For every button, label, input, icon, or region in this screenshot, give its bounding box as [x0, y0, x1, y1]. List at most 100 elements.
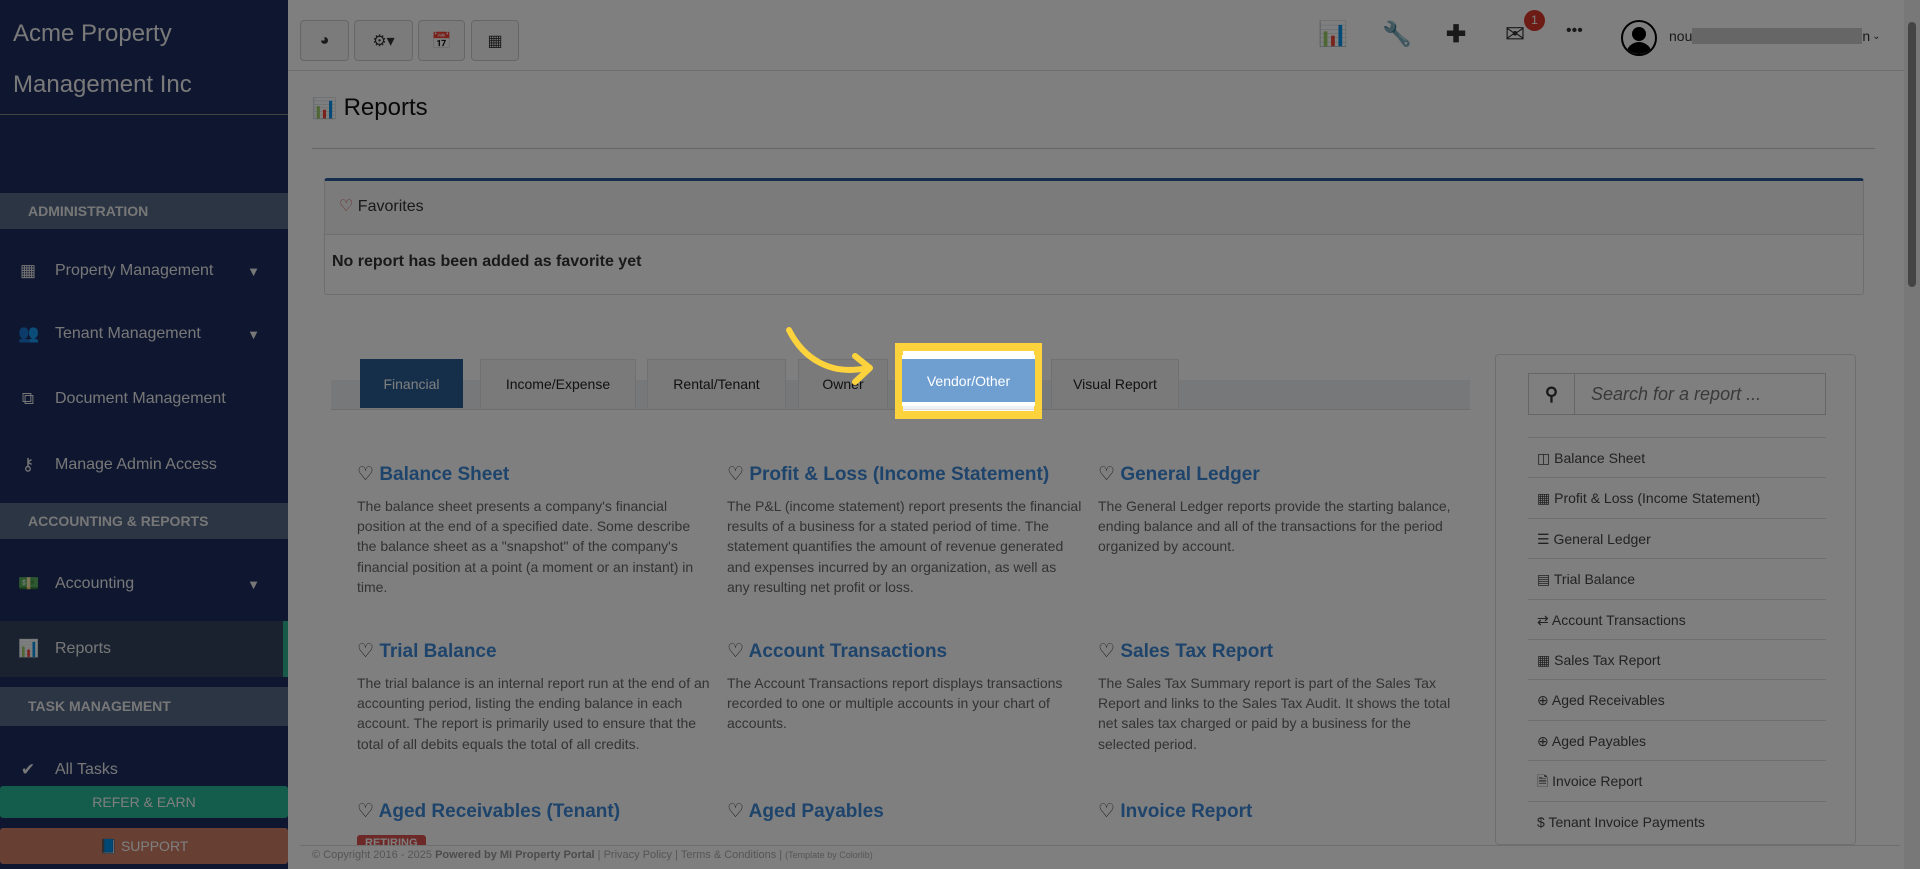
heart-icon[interactable]: ♡ [1098, 641, 1115, 662]
quick-link-account-transactions[interactable]: ⇄ Account Transactions [1528, 598, 1826, 639]
favorites-panel: ♡ Favorites No report has been added as … [324, 178, 1864, 295]
report-search-panel: ⚲ ◫ Balance Sheet ▦ Profit & Loss (Incom… [1495, 354, 1856, 845]
support-button[interactable]: 📘 SUPPORT [0, 828, 288, 864]
heart-icon[interactable]: ♡ [727, 641, 744, 662]
quick-link-sales-tax[interactable]: ▦ Sales Tax Report [1528, 638, 1826, 679]
heart-icon[interactable]: ♡ [1098, 464, 1115, 485]
search-input[interactable] [1575, 374, 1825, 414]
tab-income-expense[interactable]: Income/Expense [480, 359, 636, 408]
report-card-sales-tax[interactable]: ♡ Sales Tax Report The Sales Tax Summary … [1098, 640, 1453, 754]
footer-links[interactable]: | Privacy Policy | Terms & Conditions | [595, 849, 786, 861]
quick-link-general-ledger[interactable]: ☰ General Ledger [1528, 517, 1826, 558]
sidebar-item-manage-admin-access[interactable]: ⚷ Manage Admin Access [0, 440, 288, 490]
arrow-circle-icon: ⊕ [1537, 732, 1552, 749]
quick-link-label: Invoice Report [1552, 773, 1643, 790]
calendar-button[interactable]: 📅 [418, 20, 465, 61]
pointer-arrow-icon [786, 327, 873, 385]
report-card-balance-sheet[interactable]: ♡ Balance Sheet The balance sheet present… [357, 463, 712, 597]
report-description: The General Ledger reports provide the s… [1098, 498, 1451, 555]
quick-link-label: Sales Tax Report [1554, 651, 1661, 668]
report-card-profit-loss[interactable]: ♡ Profit & Loss (Income Statement) The P&… [727, 463, 1082, 597]
heart-icon[interactable]: ♡ [1098, 801, 1115, 822]
quick-link-aged-receivables[interactable]: ⊕ Aged Receivables [1528, 679, 1826, 719]
plus-icon[interactable]: ✚ [1446, 20, 1466, 49]
quick-link-label: Trial Balance [1553, 571, 1636, 588]
quick-link-tenant-invoice-payments[interactable]: $ Tenant Invoice Payments [1528, 800, 1826, 841]
sidebar-item-document-management[interactable]: ⧉ Document Management [0, 374, 288, 424]
mail-icon[interactable]: ✉ [1505, 20, 1525, 49]
powered-by-link[interactable]: Powered by MI Property Portal [435, 849, 595, 861]
retiring-badge: RETIRING [357, 835, 426, 845]
heart-icon[interactable]: ♡ [357, 464, 374, 485]
report-card-trial-balance[interactable]: ♡ Trial Balance The trial balance is an i… [357, 640, 712, 754]
tab-visual-report[interactable]: Visual Report [1051, 359, 1179, 408]
quick-link-profit-loss[interactable]: ▦ Profit & Loss (Income Statement) [1528, 477, 1826, 517]
scrollbar[interactable] [1904, 0, 1920, 869]
quick-link-balance-sheet[interactable]: ◫ Balance Sheet [1528, 437, 1826, 477]
user-menu[interactable]: nou n ⌄ [1669, 28, 1881, 44]
company-name[interactable]: Acme Property Management Inc [13, 8, 192, 110]
quick-link-label: General Ledger [1553, 530, 1651, 547]
report-title[interactable]: General Ledger [1120, 464, 1259, 485]
more-icon[interactable]: ••• [1566, 22, 1583, 40]
quick-link-label: Aged Payables [1551, 732, 1647, 749]
sidebar-item-reports[interactable]: 📊 Reports [0, 621, 288, 677]
wrench-icon[interactable]: 🔧 [1382, 20, 1412, 49]
report-title[interactable]: Aged Payables [749, 801, 884, 822]
quick-link-trial-balance[interactable]: ▤ Trial Balance [1528, 558, 1826, 598]
page-title-text: Reports [343, 94, 428, 121]
report-card-aged-receivables[interactable]: ♡ Aged Receivables (Tenant) RETIRING [357, 800, 712, 845]
quick-link-label: Account Transactions [1551, 611, 1686, 628]
redacted-email [1692, 28, 1863, 44]
sidebar-item-accounting[interactable]: 💵 Accounting ▼ [0, 559, 288, 609]
report-title[interactable]: Profit & Loss (Income Statement) [749, 464, 1049, 485]
report-card-invoice-report[interactable]: ♡ Invoice Report [1098, 800, 1453, 833]
report-card-aged-payables[interactable]: ♡ Aged Payables [727, 800, 1082, 833]
dashboard-button[interactable]: ◕ [300, 20, 349, 61]
users-icon: 👥 [18, 324, 40, 343]
search-icon[interactable]: ⚲ [1529, 374, 1575, 414]
favorites-title: Favorites [357, 198, 424, 215]
report-title[interactable]: Invoice Report [1120, 801, 1252, 822]
report-title[interactable]: Account Transactions [749, 641, 948, 662]
heart-icon: ♡ [339, 198, 354, 215]
scrollbar-thumb[interactable] [1908, 22, 1916, 287]
report-title[interactable]: Balance Sheet [379, 464, 509, 485]
report-card-general-ledger[interactable]: ♡ General Ledger The General Ledger repor… [1098, 463, 1453, 557]
template-credit[interactable]: (Template by Colorlib) [785, 850, 873, 860]
report-card-account-transactions[interactable]: ♡ Account Transactions The Account Transa… [727, 640, 1082, 734]
quick-link-aged-payables[interactable]: ⊕ Aged Payables [1528, 719, 1826, 760]
report-title[interactable]: Aged Receivables (Tenant) [379, 801, 620, 822]
quick-link-label: Aged Receivables [1551, 692, 1665, 709]
avatar[interactable] [1621, 20, 1657, 56]
settings-dropdown-button[interactable]: ⚙▾ [354, 20, 413, 61]
favorites-empty-message: No report has been added as favorite yet [332, 253, 642, 270]
tab-vendor-other[interactable]: Vendor/Other [902, 355, 1035, 406]
calculator-icon: ▦ [1537, 490, 1555, 507]
quick-link-invoice-report[interactable]: 🗎 Invoice Report [1528, 760, 1826, 800]
sidebar-item-property-management[interactable]: ▦ Property Management ▼ [0, 246, 288, 296]
dollar-icon: $ [1537, 813, 1549, 830]
heart-icon[interactable]: ♡ [727, 464, 744, 485]
divider [0, 114, 288, 115]
chevron-down-icon: ▼ [247, 326, 260, 342]
tab-financial[interactable]: Financial [360, 359, 463, 408]
calculator-icon: ▦ [1537, 651, 1555, 668]
reports-chart-icon[interactable]: 📊 [1318, 20, 1348, 49]
section-task-management: TASK MANAGEMENT [0, 687, 288, 726]
book-icon: 📘 [99, 838, 121, 854]
calculator-button[interactable]: ▦ [471, 20, 519, 61]
heart-icon[interactable]: ♡ [357, 641, 374, 662]
footer: © Copyright 2016 - 2025 Powered by MI Pr… [300, 845, 1900, 864]
heart-icon[interactable]: ♡ [357, 801, 374, 822]
files-icon: ⧉ [21, 389, 35, 408]
heart-icon[interactable]: ♡ [727, 801, 744, 822]
user-name-prefix: nou [1669, 28, 1693, 44]
sidebar-item-label: Property Management [55, 262, 214, 279]
tab-rental-tenant[interactable]: Rental/Tenant [647, 359, 786, 408]
sidebar-item-tenant-management[interactable]: 👥 Tenant Management ▼ [0, 309, 288, 359]
money-icon: 💵 [18, 574, 40, 593]
report-title[interactable]: Sales Tax Report [1120, 641, 1273, 662]
refer-earn-button[interactable]: REFER & EARN [0, 786, 288, 818]
report-title[interactable]: Trial Balance [379, 641, 496, 662]
